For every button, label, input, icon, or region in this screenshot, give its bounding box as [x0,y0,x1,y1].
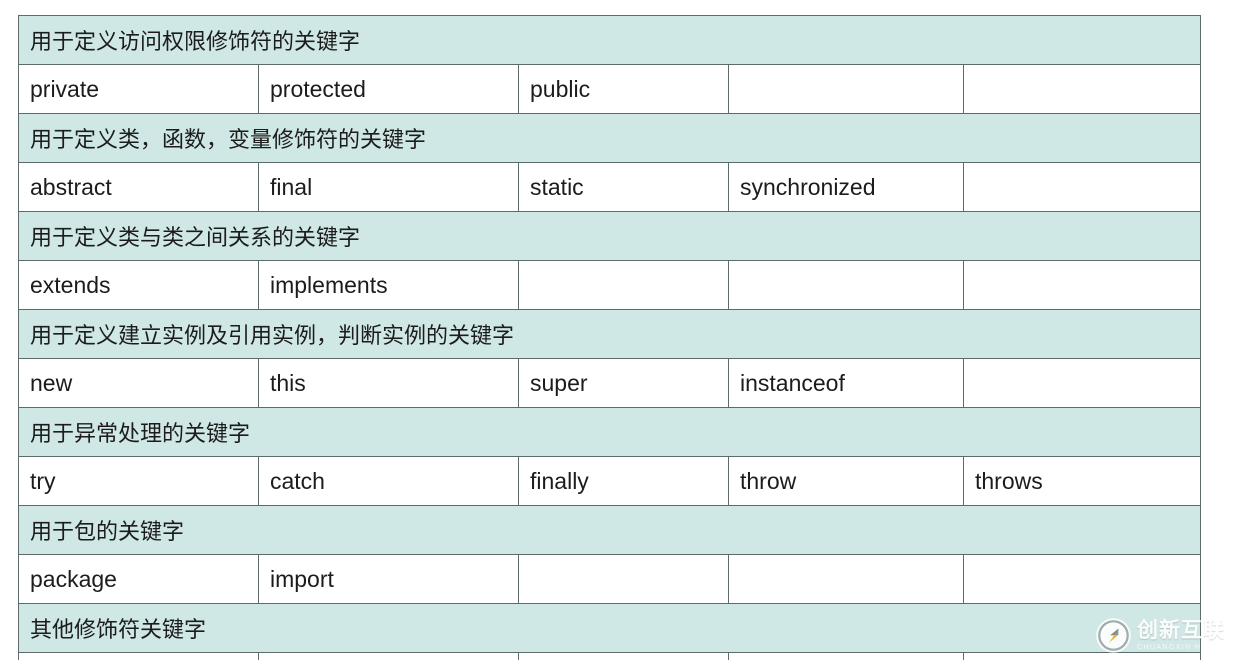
keyword-cell: protected [258,64,519,114]
keyword-cell: new [18,358,259,408]
table-section-row: 其他修饰符关键字 [17,603,1202,653]
keyword-cell-empty [518,260,729,310]
keyword-cell-empty [728,554,964,604]
keyword-cell-empty [962,64,1202,114]
table-section-row: 用于定义访问权限修饰符的关键字 [17,15,1202,65]
section-title: 用于包的关键字 [17,505,1202,555]
keyword-cell: package [18,554,259,604]
keyword-cell-empty [728,652,964,660]
keyword-cell: public [518,64,729,114]
keyword-cell: final [258,162,519,212]
section-title: 用于定义类，函数，变量修饰符的关键字 [17,113,1202,163]
keyword-cell-empty [728,260,964,310]
table-section-row: 用于定义类，函数，变量修饰符的关键字 [17,113,1202,163]
brand-name: 创新互联 [1136,619,1225,642]
table-row: abstract final static synchronized [18,162,1202,212]
table-section-row: 用于定义建立实例及引用实例，判断实例的关键字 [17,309,1202,359]
keyword-cell: extends [18,260,259,310]
keyword-cell: instanceof [728,358,964,408]
keyword-cell: finally [518,456,729,506]
brand-text-block: 创新互联 CHUANGXIN HULIAN [1137,620,1229,651]
keyword-cell: private [18,64,259,114]
table-section-row: 用于包的关键字 [17,505,1202,555]
table-row: try catch finally throw throws [18,456,1202,506]
section-title: 用于定义建立实例及引用实例，判断实例的关键字 [17,309,1202,359]
keyword-cell-empty [258,652,519,660]
keyword-cell-empty [962,652,1202,660]
table-row: private protected public [18,64,1202,114]
brand-logo-icon [1096,619,1130,652]
keyword-cell-empty [962,260,1202,310]
table-row [18,652,1202,660]
keyword-cell: abstract [18,162,259,212]
table-section-row: 用于定义类与类之间关系的关键字 [17,211,1202,261]
keyword-cell: catch [258,456,519,506]
document-page: https://blog.csdn.net/ 用于定义访问权限修饰符的关键字pr… [0,0,1237,660]
keyword-cell: implements [258,260,519,310]
keyword-cell-empty [962,162,1202,212]
keyword-cell: this [258,358,519,408]
table-body: 用于定义访问权限修饰符的关键字 private protected public 用于定… [17,15,1202,660]
keyword-cell: try [18,456,259,506]
keyword-cell-empty [518,554,729,604]
keyword-cell: static [518,162,729,212]
table-row: extends implements [18,260,1202,310]
keyword-cell-empty [518,652,729,660]
keyword-cell: throws [962,456,1202,506]
section-title: 用于定义访问权限修饰符的关键字 [17,15,1202,65]
keyword-cell: throw [728,456,964,506]
brand-watermark: 创新互联 CHUANGXIN HULIAN [1096,619,1229,652]
keyword-cell-empty [962,358,1202,408]
keyword-cell: synchronized [728,162,964,212]
java-keyword-table: 用于定义访问权限修饰符的关键字 private protected public 用于定… [17,15,1202,660]
table-row: package import [18,554,1202,604]
section-title: 用于定义类与类之间关系的关键字 [17,211,1202,261]
keyword-cell-empty [18,652,259,660]
section-title: 其他修饰符关键字 [17,603,1202,653]
table-row: new this super instanceof [18,358,1202,408]
brand-pinyin: CHUANGXIN HULIAN [1136,644,1229,651]
keyword-cell: super [518,358,729,408]
table-section-row: 用于异常处理的关键字 [17,407,1202,457]
keyword-cell: import [258,554,519,604]
section-title: 用于异常处理的关键字 [17,407,1202,457]
keyword-cell-empty [962,554,1202,604]
keyword-cell-empty [728,64,964,114]
